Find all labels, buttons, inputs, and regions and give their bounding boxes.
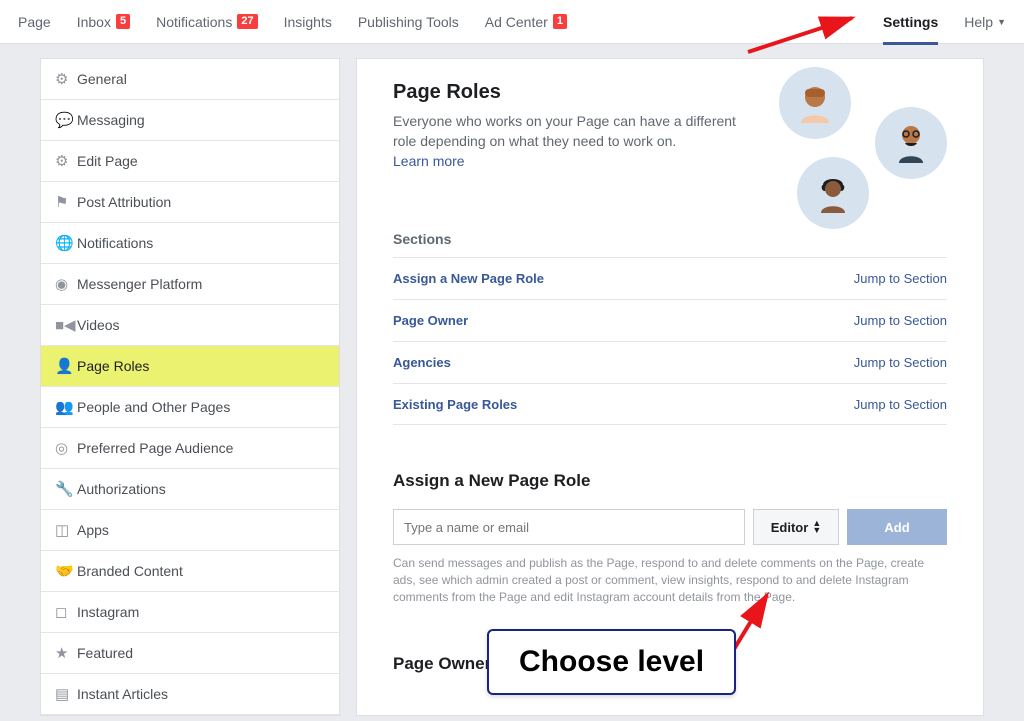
assign-role-heading: Assign a New Page Role bbox=[393, 471, 947, 491]
avatar bbox=[797, 157, 869, 229]
sidebar-item-label: Videos bbox=[77, 317, 120, 333]
avatar-illustration bbox=[757, 67, 947, 237]
sidebar-item-branded-content[interactable]: 🤝 Branded Content bbox=[41, 551, 339, 592]
cube-icon: ◫ bbox=[55, 521, 77, 539]
document-icon: ▤ bbox=[55, 685, 77, 703]
nav-inbox[interactable]: Inbox 5 bbox=[77, 0, 130, 44]
sidebar-item-apps[interactable]: ◫ Apps bbox=[41, 510, 339, 551]
nav-publishing-tools[interactable]: Publishing Tools bbox=[358, 0, 459, 44]
settings-sidebar: ⚙ General 💬 Messaging ⚙ Edit Page ⚑ Post… bbox=[40, 58, 340, 716]
sort-icon: ▲▼ bbox=[812, 520, 821, 534]
flag-icon: ⚑ bbox=[55, 193, 77, 211]
notifications-badge: 27 bbox=[237, 14, 257, 29]
sidebar-item-label: Messaging bbox=[77, 112, 145, 128]
role-description: Can send messages and publish as the Pag… bbox=[393, 555, 947, 605]
section-row: Existing Page Roles Jump to Section bbox=[393, 383, 947, 425]
sidebar-item-preferred-audience[interactable]: ◎ Preferred Page Audience bbox=[41, 428, 339, 469]
globe-icon: 🌐 bbox=[55, 234, 77, 252]
nav-page[interactable]: Page bbox=[18, 0, 51, 44]
sidebar-item-label: Edit Page bbox=[77, 153, 138, 169]
add-button[interactable]: Add bbox=[847, 509, 947, 545]
sidebar-item-page-roles[interactable]: 👤 Page Roles bbox=[41, 346, 339, 387]
star-icon: ★ bbox=[55, 644, 77, 662]
role-selected-label: Editor bbox=[771, 520, 809, 535]
jump-link[interactable]: Jump to Section bbox=[854, 271, 947, 286]
sidebar-item-label: People and Other Pages bbox=[77, 399, 230, 415]
sidebar-item-label: Featured bbox=[77, 645, 133, 661]
nav-help[interactable]: Help ▼ bbox=[964, 0, 1006, 44]
sidebar-item-label: Post Attribution bbox=[77, 194, 171, 210]
people-icon: 👥 bbox=[55, 398, 77, 416]
sidebar-item-featured[interactable]: ★ Featured bbox=[41, 633, 339, 674]
nav-settings[interactable]: Settings bbox=[883, 0, 938, 44]
jump-link[interactable]: Jump to Section bbox=[854, 313, 947, 328]
person-icon: 👤 bbox=[55, 357, 77, 375]
inbox-badge: 5 bbox=[116, 14, 130, 29]
sidebar-item-label: Apps bbox=[77, 522, 109, 538]
section-link-assign-role[interactable]: Assign a New Page Role bbox=[393, 271, 544, 286]
handshake-icon: 🤝 bbox=[55, 562, 77, 580]
sidebar-item-label: Instagram bbox=[77, 604, 139, 620]
section-link-page-owner[interactable]: Page Owner bbox=[393, 313, 468, 328]
learn-more-link[interactable]: Learn more bbox=[393, 153, 465, 169]
sidebar-item-instant-articles[interactable]: ▤ Instant Articles bbox=[41, 674, 339, 715]
section-row: Assign a New Page Role Jump to Section bbox=[393, 257, 947, 299]
sidebar-item-label: General bbox=[77, 71, 127, 87]
sidebar-item-general[interactable]: ⚙ General bbox=[41, 59, 339, 100]
section-link-agencies[interactable]: Agencies bbox=[393, 355, 451, 370]
nav-ad-center[interactable]: Ad Center 1 bbox=[485, 0, 567, 44]
avatar bbox=[875, 107, 947, 179]
video-icon: ■◀ bbox=[55, 316, 77, 334]
chat-icon: 💬 bbox=[55, 111, 77, 129]
top-nav: Page Inbox 5 Notifications 27 Insights P… bbox=[0, 0, 1024, 44]
sidebar-item-label: Messenger Platform bbox=[77, 276, 202, 292]
ad-center-badge: 1 bbox=[553, 14, 567, 29]
instagram-icon: ◻ bbox=[55, 603, 77, 621]
role-dropdown[interactable]: Editor ▲▼ bbox=[753, 509, 839, 545]
sidebar-item-instagram[interactable]: ◻ Instagram bbox=[41, 592, 339, 633]
sidebar-item-label: Preferred Page Audience bbox=[77, 440, 233, 456]
sidebar-item-post-attribution[interactable]: ⚑ Post Attribution bbox=[41, 182, 339, 223]
sidebar-item-label: Page Roles bbox=[77, 358, 149, 374]
page-subtitle: Everyone who works on your Page can have… bbox=[393, 112, 753, 151]
nav-notifications[interactable]: Notifications 27 bbox=[156, 0, 258, 44]
annotation-callout: Choose level bbox=[487, 629, 736, 695]
name-email-input[interactable] bbox=[393, 509, 745, 545]
sidebar-item-edit-page[interactable]: ⚙ Edit Page bbox=[41, 141, 339, 182]
sidebar-item-label: Notifications bbox=[77, 235, 153, 251]
sidebar-item-messenger-platform[interactable]: ◉ Messenger Platform bbox=[41, 264, 339, 305]
sidebar-item-label: Branded Content bbox=[77, 563, 183, 579]
section-link-existing-roles[interactable]: Existing Page Roles bbox=[393, 397, 517, 412]
section-row: Page Owner Jump to Section bbox=[393, 299, 947, 341]
chevron-down-icon: ▼ bbox=[997, 17, 1006, 27]
sidebar-item-notifications[interactable]: 🌐 Notifications bbox=[41, 223, 339, 264]
wrench-icon: 🔧 bbox=[55, 480, 77, 498]
gear-icon: ⚙ bbox=[55, 70, 77, 88]
sidebar-item-authorizations[interactable]: 🔧 Authorizations bbox=[41, 469, 339, 510]
section-row: Agencies Jump to Section bbox=[393, 341, 947, 383]
main-content: Page Roles Everyone who works on your Pa… bbox=[356, 58, 984, 716]
jump-link[interactable]: Jump to Section bbox=[854, 397, 947, 412]
messenger-icon: ◉ bbox=[55, 275, 77, 293]
avatar bbox=[779, 67, 851, 139]
sidebar-item-label: Instant Articles bbox=[77, 686, 168, 702]
sidebar-item-videos[interactable]: ■◀ Videos bbox=[41, 305, 339, 346]
sidebar-item-people-other-pages[interactable]: 👥 People and Other Pages bbox=[41, 387, 339, 428]
jump-link[interactable]: Jump to Section bbox=[854, 355, 947, 370]
sidebar-item-messaging[interactable]: 💬 Messaging bbox=[41, 100, 339, 141]
gear-icon: ⚙ bbox=[55, 152, 77, 170]
nav-insights[interactable]: Insights bbox=[284, 0, 332, 44]
target-icon: ◎ bbox=[55, 439, 77, 457]
sidebar-item-label: Authorizations bbox=[77, 481, 166, 497]
